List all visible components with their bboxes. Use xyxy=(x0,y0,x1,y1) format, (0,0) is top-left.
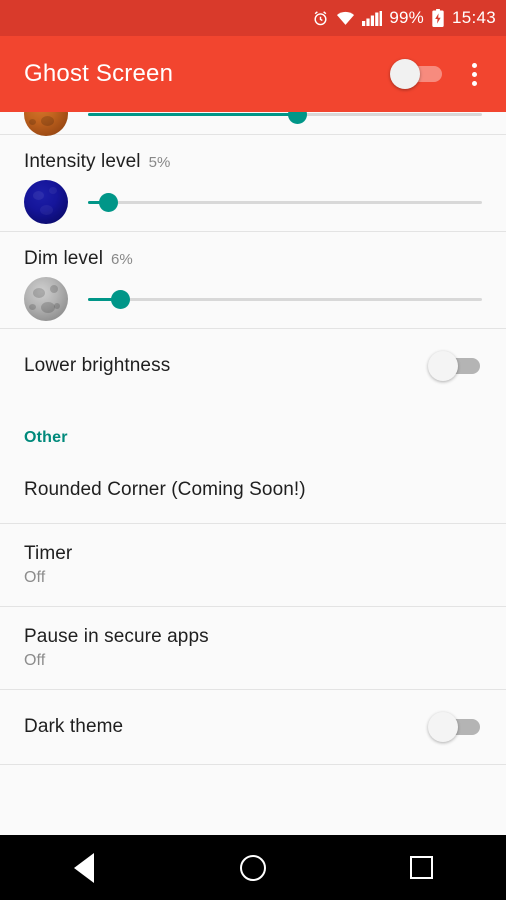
slider-track xyxy=(88,298,482,301)
rounded-corner-label: Rounded Corner (Coming Soon!) xyxy=(24,479,306,500)
switch-thumb xyxy=(390,59,420,89)
pause-in-secure-apps-value: Off xyxy=(24,652,46,669)
timer-value: Off xyxy=(24,569,46,586)
dim-level-slider[interactable] xyxy=(88,277,482,321)
row-lower-brightness[interactable]: Lower brightness xyxy=(0,329,506,403)
overflow-menu-icon[interactable] xyxy=(458,50,490,98)
page-title: Ghost Screen xyxy=(24,60,174,87)
row-rounded-corner[interactable]: Rounded Corner (Coming Soon!) xyxy=(0,457,506,523)
gray-moon-icon xyxy=(24,277,68,321)
timer-label: Timer xyxy=(24,543,73,564)
home-button[interactable] xyxy=(208,835,298,900)
switch-thumb xyxy=(428,351,458,381)
divider xyxy=(0,764,506,765)
slider-thumb[interactable] xyxy=(98,193,118,212)
row-pause-in-secure-apps[interactable]: Pause in secure apps Off xyxy=(0,607,506,689)
intensity-level-slider[interactable] xyxy=(88,180,482,224)
row-timer[interactable]: Timer Off xyxy=(0,524,506,606)
blood-moon-icon xyxy=(24,112,68,136)
section-header-label: Other xyxy=(24,429,68,446)
dot xyxy=(471,71,477,77)
switch-thumb xyxy=(428,712,458,742)
intensity-level-label: Intensity level xyxy=(24,151,141,172)
wifi-icon xyxy=(336,11,355,26)
dark-theme-switch[interactable] xyxy=(426,710,482,744)
slider-row-intensity-level[interactable]: Intensity level 5% xyxy=(0,135,506,231)
pause-in-secure-apps-label: Pause in secure apps xyxy=(24,626,209,647)
slider-row-dim-level[interactable]: Dim level 6% xyxy=(0,232,506,328)
cellular-signal-icon xyxy=(362,10,383,26)
dim-level-value: 6% xyxy=(111,251,133,268)
slider-thumb[interactable] xyxy=(110,290,130,309)
slider-thumb[interactable] xyxy=(287,112,307,124)
dot xyxy=(471,62,477,68)
slider-track xyxy=(88,201,482,204)
blood-moon-slider[interactable] xyxy=(88,112,482,136)
lower-brightness-switch[interactable] xyxy=(426,349,482,383)
recents-square-icon xyxy=(410,856,434,879)
app-bar: Ghost Screen xyxy=(0,36,506,112)
battery-charging-icon xyxy=(431,9,445,27)
android-navigation-bar xyxy=(0,835,506,900)
lower-brightness-label: Lower brightness xyxy=(24,355,171,376)
status-bar: 99% 15:43 xyxy=(0,0,506,36)
alarm-clock-icon xyxy=(312,10,329,27)
dot xyxy=(471,80,477,86)
back-button[interactable] xyxy=(39,835,129,900)
battery-percent-label: 99% xyxy=(389,8,424,27)
section-header-other: Other xyxy=(0,403,506,457)
intensity-level-value: 5% xyxy=(148,154,171,171)
phone-screen: 99% 15:43 Ghost Screen Intensity level 5… xyxy=(0,0,506,900)
slider-row-blood-moon[interactable] xyxy=(0,112,506,136)
recents-button[interactable] xyxy=(377,835,467,900)
dark-theme-label: Dark theme xyxy=(24,716,124,737)
dim-level-label: Dim level xyxy=(24,248,104,269)
home-circle-icon xyxy=(239,854,266,881)
master-toggle-switch[interactable] xyxy=(388,57,444,91)
slider-fill xyxy=(88,113,297,116)
blue-moon-icon xyxy=(24,180,68,224)
clock-label: 15:43 xyxy=(451,8,496,27)
back-triangle-icon xyxy=(74,852,95,883)
settings-list[interactable]: Intensity level 5% Dim level 6% Lower br… xyxy=(0,112,506,865)
row-dark-theme[interactable]: Dark theme xyxy=(0,690,506,764)
